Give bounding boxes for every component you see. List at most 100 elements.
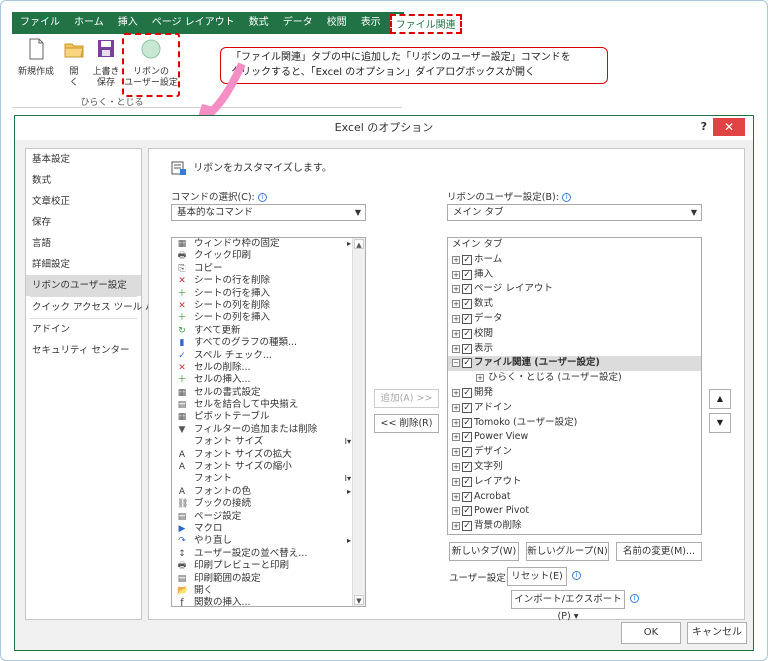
command-item[interactable]: A フォント サイズの拡大 [172, 449, 365, 461]
help-button[interactable]: ? [701, 120, 707, 133]
command-item[interactable]: ▦ ピボットテーブル [172, 411, 365, 423]
checkbox-checked-icon[interactable]: ✓ [462, 491, 472, 502]
tree-item[interactable]: + ✓ 開発 [448, 386, 701, 401]
cancel-button[interactable]: キャンセル [687, 622, 747, 644]
rename-button[interactable]: 名前の変更(M)... [616, 542, 702, 561]
command-item[interactable]: ✕ シートの行を削除 [172, 275, 365, 287]
expand-icon[interactable]: + [452, 329, 460, 338]
command-item[interactable]: ✕ セルの削除... [172, 362, 365, 374]
category-item[interactable]: リボンのユーザー設定 [26, 275, 141, 296]
move-up-button[interactable]: ▲ [709, 389, 731, 409]
checkbox-checked-icon[interactable]: ✓ [462, 417, 472, 428]
command-item[interactable]: ＋ セルの挿入... [172, 374, 365, 386]
command-item[interactable]: ▦ セルの書式設定 [172, 387, 365, 399]
expand-icon[interactable]: + [452, 522, 460, 531]
reset-button[interactable]: リセット(E) ▾ [507, 567, 567, 599]
new-group-button[interactable]: 新しいグループ(N) [526, 542, 609, 561]
checkbox-checked-icon[interactable]: ✓ [462, 506, 472, 517]
checkbox-checked-icon[interactable]: ✓ [462, 343, 472, 354]
checkbox-checked-icon[interactable]: ✓ [462, 461, 472, 472]
checkbox-checked-icon[interactable]: ✓ [462, 269, 472, 280]
expand-icon[interactable]: + [452, 314, 460, 323]
scroll-down-icon[interactable]: ▼ [354, 595, 364, 605]
category-item[interactable]: 保存 [26, 212, 141, 233]
command-item[interactable]: ＋ シートの行を挿入 [172, 288, 365, 300]
expand-icon[interactable]: + [452, 403, 460, 412]
checkbox-checked-icon[interactable]: ✓ [462, 313, 472, 324]
import-export-button[interactable]: インポート/エクスポート(P) ▾ [511, 590, 625, 622]
expand-icon[interactable]: + [452, 462, 460, 471]
command-item[interactable]: ƒ 関数の挿入... [172, 597, 365, 606]
tree-item[interactable]: + ✓ Tomoko (ユーザー設定) [448, 416, 701, 431]
ribbon-combo[interactable]: メイン タブ ▼ [447, 204, 702, 221]
category-item[interactable]: アドイン [26, 319, 141, 340]
collapse-icon[interactable]: − [452, 359, 460, 368]
command-item[interactable]: ▼ フィルターの追加または削除 [172, 424, 365, 436]
command-item[interactable]: ▮ すべてのグラフの種類... [172, 337, 365, 349]
tree-item[interactable]: + ひらく・とじる (ユーザー設定) [448, 371, 701, 386]
command-item[interactable]: ▤ ページ設定 [172, 511, 365, 523]
checkbox-checked-icon[interactable]: ✓ [462, 432, 472, 443]
remove-button[interactable]: << 削除(R) [374, 414, 439, 433]
command-item[interactable]: ↷ やり直し ▸ [172, 535, 365, 547]
tree-item[interactable]: − ✓ ファイル関連 (ユーザー設定) [448, 356, 701, 372]
commands-list[interactable]: ▦ ウィンドウ枠の固定 ▸ 🖶 クイック印刷 ⎘ コピー ✕ シートの行を削除 ＋ シートの行を挿入… [171, 237, 366, 607]
checkbox-checked-icon[interactable]: ✓ [462, 521, 472, 532]
expand-icon[interactable]: + [452, 448, 460, 457]
command-item[interactable]: 🖶 印刷プレビューと印刷 [172, 560, 365, 572]
checkbox-checked-icon[interactable]: ✓ [462, 358, 472, 369]
command-item[interactable]: ＋ シートの列を挿入 [172, 312, 365, 324]
save-button[interactable]: 上書き 保存 [90, 38, 122, 89]
expand-icon[interactable]: + [452, 270, 460, 279]
command-item[interactable]: ⛓ ブックの接続 [172, 498, 365, 510]
expand-icon[interactable]: + [452, 507, 460, 516]
command-item[interactable]: A フォントの色 ▸ [172, 486, 365, 498]
add-button[interactable]: 追加(A) >> [374, 389, 439, 408]
expand-icon[interactable]: + [452, 255, 460, 264]
ribbon-tab[interactable]: ホーム [67, 12, 111, 34]
command-item[interactable]: ↻ すべて更新 [172, 325, 365, 337]
command-item[interactable]: ↕ ユーザー設定の並べ替え... [172, 548, 365, 560]
command-item[interactable]: 📂 開く [172, 585, 365, 597]
command-item[interactable]: ⎘ コピー [172, 263, 365, 275]
tree-item[interactable]: + ✓ 背景の削除 [448, 519, 701, 534]
ribbon-tab[interactable]: 校閲 [320, 12, 354, 34]
category-item[interactable]: 基本設定 [26, 149, 141, 170]
ok-button[interactable]: OK [621, 622, 681, 644]
tree-item[interactable]: + ✓ アドイン [448, 401, 701, 416]
move-down-button[interactable]: ▼ [709, 413, 731, 433]
expand-icon[interactable]: + [452, 388, 460, 397]
checkbox-checked-icon[interactable]: ✓ [462, 476, 472, 487]
tree-item[interactable]: + ✓ 表示 [448, 342, 701, 357]
expand-icon[interactable]: + [452, 344, 460, 353]
ribbon-tab[interactable]: データ [276, 12, 320, 34]
category-item[interactable]: 数式 [26, 170, 141, 191]
checkbox-checked-icon[interactable]: ✓ [462, 402, 472, 413]
expand-icon[interactable]: + [452, 418, 460, 427]
checkbox-checked-icon[interactable]: ✓ [462, 299, 472, 310]
expand-icon[interactable]: + [452, 285, 460, 294]
command-item[interactable]: ▤ 印刷範囲の設定 [172, 573, 365, 585]
checkbox-checked-icon[interactable]: ✓ [462, 387, 472, 398]
ribbon-tab[interactable]: ファイル [12, 12, 67, 34]
expand-icon[interactable]: + [452, 492, 460, 501]
new-tab-button[interactable]: 新しいタブ(W) [449, 542, 519, 561]
category-item[interactable]: 詳細設定 [26, 254, 141, 275]
expand-icon[interactable]: + [452, 477, 460, 486]
ribbon-tab[interactable]: ページ レイアウト [145, 12, 242, 34]
checkbox-checked-icon[interactable]: ✓ [462, 447, 472, 458]
category-item[interactable]: 文章校正 [26, 191, 141, 212]
tree-item[interactable]: + ✓ 文字列 [448, 460, 701, 475]
tree-item[interactable]: + ✓ ページ レイアウト [448, 282, 701, 297]
tree-item[interactable]: + ✓ Power View [448, 430, 701, 445]
checkbox-checked-icon[interactable]: ✓ [462, 284, 472, 295]
new-button[interactable]: 新規作成 [16, 38, 56, 78]
ribbon-tab[interactable]: 表示 [354, 12, 388, 34]
command-item[interactable]: ▦ ウィンドウ枠の固定 ▸ [172, 238, 365, 250]
command-item[interactable]: ▤ セルを結合して中央揃え [172, 399, 365, 411]
tree-item[interactable]: + ✓ レイアウト [448, 475, 701, 490]
command-item[interactable]: ▶ マクロ [172, 523, 365, 535]
ribbon-tab[interactable]: 挿入 [111, 12, 145, 34]
ribbon-tab-active[interactable]: ファイル関連 [389, 14, 462, 34]
tree-item[interactable]: + ✓ Acrobat [448, 490, 701, 505]
